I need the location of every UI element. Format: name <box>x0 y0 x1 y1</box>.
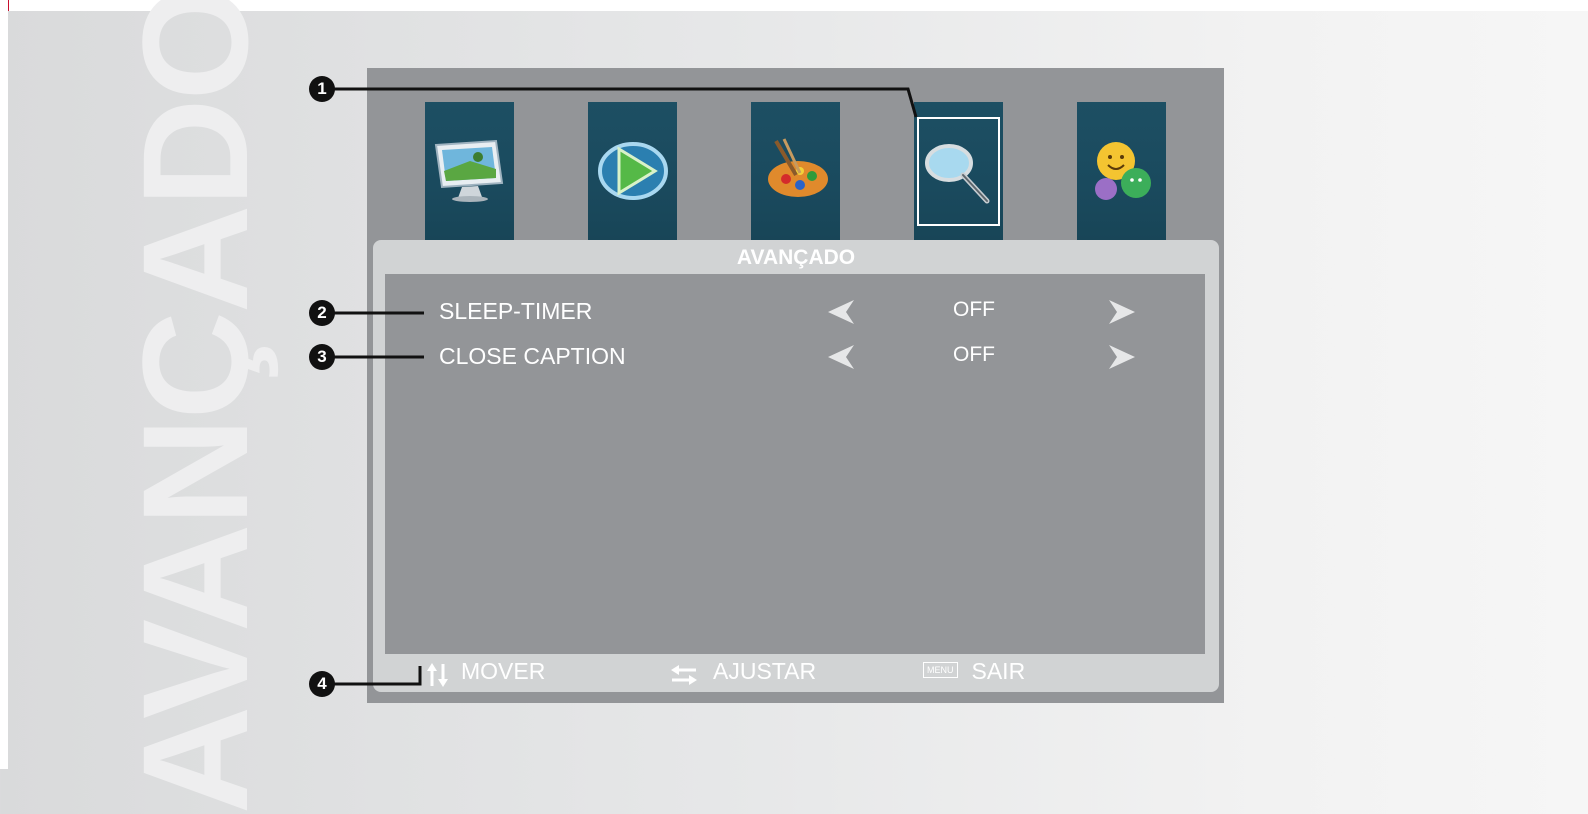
callout-4: 4 <box>309 671 335 697</box>
callout-2: 2 <box>309 300 335 326</box>
callout-lines <box>334 87 918 686</box>
callout-1: 1 <box>309 76 335 102</box>
callout-3: 3 <box>309 344 335 370</box>
